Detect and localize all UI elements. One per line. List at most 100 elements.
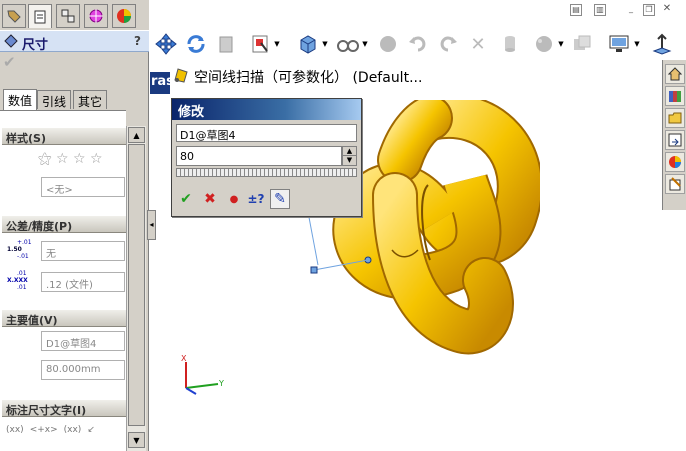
feature-manager-tab[interactable]: [2, 4, 26, 28]
tab-leaders[interactable]: 引线: [37, 90, 72, 109]
view-settings-icon[interactable]: [608, 32, 632, 56]
panel-scrollbar[interactable]: ▲ ▼: [126, 126, 146, 451]
document-breadcrumb[interactable]: 空间线扫描（可参数化） (Default...: [170, 64, 490, 86]
dim-text-offset-button[interactable]: ↙: [87, 425, 95, 441]
style-select[interactable]: <无>: [41, 177, 125, 197]
primary-value-field[interactable]: 80.000mm: [41, 360, 125, 380]
dimension-value-input[interactable]: 80: [176, 146, 342, 166]
task-pane-toolbar: [662, 60, 686, 210]
display-manager-tab[interactable]: [112, 4, 136, 28]
configuration-icon: [61, 9, 75, 23]
triad-y-label: Y: [218, 379, 224, 388]
ok-check-icon[interactable]: ✔: [3, 54, 19, 70]
spin-down-arrow-icon[interactable]: ▼: [343, 156, 356, 165]
search-library-icon[interactable]: [665, 130, 685, 150]
close-icon[interactable]: ✕: [661, 4, 673, 16]
primary-value-group-header[interactable]: 主要值(V): [2, 309, 126, 327]
display-chevron-down-icon[interactable]: ▼: [360, 32, 370, 56]
mark-dimension-button[interactable]: ✎: [270, 189, 290, 209]
dim-text-paren-button[interactable]: (xx): [6, 425, 24, 441]
pan-icon[interactable]: [154, 32, 178, 56]
tolerance-lower: -.01: [17, 253, 29, 260]
property-manager-title: 尺寸: [22, 38, 49, 53]
tile-vertical-icon[interactable]: ▥: [594, 4, 606, 16]
help-button[interactable]: ?: [134, 34, 141, 48]
dimxpert-tab[interactable]: [84, 4, 108, 28]
custom-properties-icon[interactable]: [665, 174, 685, 194]
section-view-icon[interactable]: [214, 32, 238, 56]
scroll-down-arrow-icon[interactable]: ▼: [128, 432, 145, 448]
property-manager-tab[interactable]: [28, 4, 52, 28]
scroll-up-arrow-icon[interactable]: ▲: [128, 127, 145, 143]
rebuild-button[interactable]: ●: [224, 189, 244, 209]
style-favorite-icons[interactable]: ⚝ ☆ ☆ ☆: [38, 151, 103, 167]
orientation-chevron-down-icon[interactable]: ▼: [320, 32, 330, 56]
value-thumbwheel[interactable]: [176, 168, 357, 177]
feature-tree-icon: [7, 10, 21, 23]
manager-tabs: [0, 0, 149, 30]
dim-text-box-button[interactable]: (xx): [64, 425, 82, 441]
partial-title: ras: [150, 72, 170, 94]
primary-name-field[interactable]: D1@草图4: [41, 331, 125, 351]
cylinder-icon[interactable]: [498, 32, 522, 56]
style-group-header[interactable]: 样式(S): [2, 127, 126, 145]
window-controls: ▤ ▥ _ ❐ ✕: [565, 4, 680, 22]
normal-to-icon[interactable]: [650, 32, 674, 56]
zoom-dropdown-chevron-down-icon[interactable]: ▼: [272, 32, 282, 56]
display-style-icon[interactable]: [336, 32, 360, 56]
minimize-icon[interactable]: _: [625, 4, 637, 16]
scroll-thumb[interactable]: [128, 144, 145, 426]
ok-button[interactable]: ✔: [176, 189, 196, 209]
panel-collapse-handle[interactable]: ◂: [147, 210, 156, 240]
settings-chevron-down-icon[interactable]: ▼: [632, 32, 642, 56]
configuration-manager-tab[interactable]: [56, 4, 80, 28]
tab-value[interactable]: 数值: [3, 89, 38, 110]
cancel-button[interactable]: ✖: [200, 189, 220, 209]
reset-spin-increment-button[interactable]: ±?: [246, 189, 266, 209]
axis-triad-icon: X Y: [181, 354, 224, 395]
tile-horizontal-icon[interactable]: ▤: [570, 4, 582, 16]
crosshair-icon: [89, 9, 103, 23]
primary-value-group-label: 主要值(V): [6, 314, 58, 327]
tab-other[interactable]: 其它: [73, 90, 108, 109]
design-library-icon[interactable]: [665, 86, 685, 106]
dimension-leader-line: [307, 211, 319, 266]
tolerance-group-label: 公差/精度(P): [6, 220, 73, 233]
precision-select[interactable]: .12 (文件): [41, 272, 125, 292]
redo-icon[interactable]: [436, 32, 460, 56]
property-manager-header: 尺寸 ?: [0, 30, 149, 53]
tolerance-upper: +.01: [17, 239, 32, 246]
spin-up-arrow-icon[interactable]: ▲: [343, 147, 356, 156]
rotate-icon[interactable]: [184, 32, 208, 56]
tolerance-type-select[interactable]: 无: [41, 241, 125, 261]
shaded-sphere-icon[interactable]: [376, 32, 400, 56]
restore-icon[interactable]: ❐: [643, 4, 655, 16]
property-content: 样式(S) ⚝ ☆ ☆ ☆ <无> 公差/精度(P) +.01 1.50 -.0…: [0, 110, 126, 451]
undo-icon[interactable]: [406, 32, 430, 56]
home-icon[interactable]: [665, 64, 685, 84]
modify-dialog-title: 修改: [172, 99, 361, 120]
render-chevron-down-icon[interactable]: ▼: [556, 32, 566, 56]
triad-x-label: X: [181, 354, 187, 363]
dimension-text-buttons: (xx) <+x> (xx) ↙: [6, 425, 124, 441]
render-icon[interactable]: [532, 32, 556, 56]
precision-upper: .01: [17, 270, 27, 277]
style-group-label: 样式(S): [6, 132, 46, 145]
dimension-name-field[interactable]: D1@草图4: [176, 124, 357, 142]
tolerance-nominal: 1.50: [7, 246, 22, 253]
dimension-text-group-header[interactable]: 标注尺寸文字(I): [2, 399, 126, 417]
appearances-icon[interactable]: [665, 152, 685, 172]
tolerance-group-header[interactable]: 公差/精度(P): [2, 215, 126, 233]
property-icon: [34, 10, 46, 23]
view-orientation-icon[interactable]: [296, 32, 320, 56]
cancel-x-icon[interactable]: ✕: [466, 32, 490, 56]
appearance-icon[interactable]: [570, 32, 594, 56]
document-title: 空间线扫描（可参数化） (Default...: [194, 70, 423, 86]
file-explorer-icon[interactable]: [665, 108, 685, 128]
precision-icon: .01 X.XXX .01: [7, 270, 33, 294]
value-spinner[interactable]: ▲ ▼: [342, 146, 357, 166]
dimension-icon: [4, 34, 18, 48]
zoom-area-icon[interactable]: [248, 32, 272, 56]
dim-text-center-button[interactable]: <+x>: [30, 425, 58, 441]
precision-lower: .01: [17, 284, 27, 291]
